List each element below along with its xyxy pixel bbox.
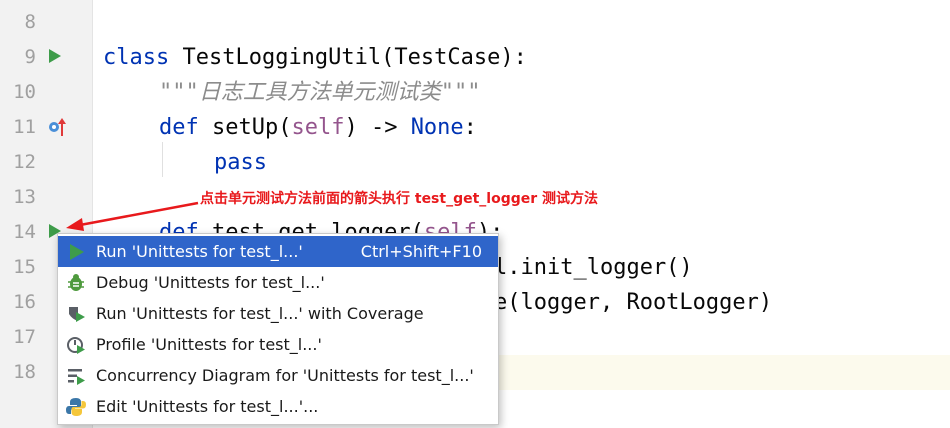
line-number: 8 (24, 11, 36, 33)
run-triangle-icon[interactable] (48, 48, 62, 64)
code-text: : (463, 115, 477, 140)
menu-item-debug[interactable]: Debug 'Unittests for test_l...' (58, 267, 498, 298)
self-param: self (291, 115, 345, 140)
override-method-icon[interactable] (47, 116, 69, 138)
menu-item-run[interactable]: Run 'Unittests for test_l...' Ctrl+Shift… (58, 236, 498, 267)
line-number: 10 (13, 81, 36, 103)
keyword: pass (214, 150, 267, 175)
debug-bug-icon (68, 274, 84, 291)
menu-item-label: Concurrency Diagram for 'Unittests for t… (96, 366, 474, 385)
indent-guide (162, 142, 163, 177)
menu-item-label: Run 'Unittests for test_l...' (96, 242, 303, 261)
menu-item-coverage[interactable]: Run 'Unittests for test_l...' with Cover… (58, 298, 498, 329)
code-line-15[interactable]: l.init_logger() (494, 250, 693, 285)
keyword: class (103, 45, 170, 70)
code-line-12[interactable]: pass (214, 145, 267, 180)
menu-item-shortcut: Ctrl+Shift+F10 (360, 242, 482, 261)
code-line-9[interactable]: class TestLoggingUtil(TestCase): (103, 40, 527, 75)
code-line-11[interactable]: def setUp(self) -> None: (159, 110, 477, 145)
annotation-text: 点击单元测试方法前面的箭头执行 test_get_logger 测试方法 (200, 191, 599, 207)
code-text: e(logger, RootLogger) (494, 290, 773, 315)
code-text: ) -> (344, 115, 411, 140)
code-text: l.init_logger() (494, 255, 693, 280)
menu-item-edit-configuration[interactable]: Edit 'Unittests for test_l...'... (58, 391, 498, 422)
menu-item-label: Profile 'Unittests for test_l...' (96, 335, 322, 354)
line-number: 14 (13, 221, 36, 243)
keyword: None (410, 115, 464, 140)
line-number: 17 (13, 326, 36, 348)
code-line-16[interactable]: e(logger, RootLogger) (494, 285, 772, 320)
python-edit-icon (66, 398, 86, 416)
line-number: 13 (13, 186, 36, 208)
line-number: 9 (24, 46, 36, 68)
line-number: 11 (13, 116, 36, 138)
menu-item-label: Run 'Unittests for test_l...' with Cover… (96, 304, 424, 323)
code-line-10[interactable]: """日志工具方法单元测试类""" (159, 75, 480, 110)
menu-item-label: Edit 'Unittests for test_l...'... (96, 397, 319, 416)
code-text: TestLoggingUtil(TestCase): (169, 45, 527, 70)
code-text: setUp( (198, 115, 292, 140)
coverage-shield-icon (69, 307, 85, 322)
line-number: 12 (13, 151, 36, 173)
line-number: 16 (13, 291, 36, 313)
run-icon (70, 244, 84, 260)
line-number: 15 (13, 256, 36, 278)
menu-item-concurrency-diagram[interactable]: Concurrency Diagram for 'Unittests for t… (58, 360, 498, 391)
line-number: 18 (13, 361, 36, 383)
concurrency-diagram-icon (68, 369, 85, 385)
run-context-menu: Run 'Unittests for test_l...' Ctrl+Shift… (57, 233, 499, 425)
docstring: """日志工具方法单元测试类""" (159, 80, 481, 105)
menu-item-profile[interactable]: Profile 'Unittests for test_l...' (58, 329, 498, 360)
menu-item-label: Debug 'Unittests for test_l...' (96, 273, 325, 292)
profile-icon (67, 337, 85, 354)
keyword: def (159, 115, 199, 140)
